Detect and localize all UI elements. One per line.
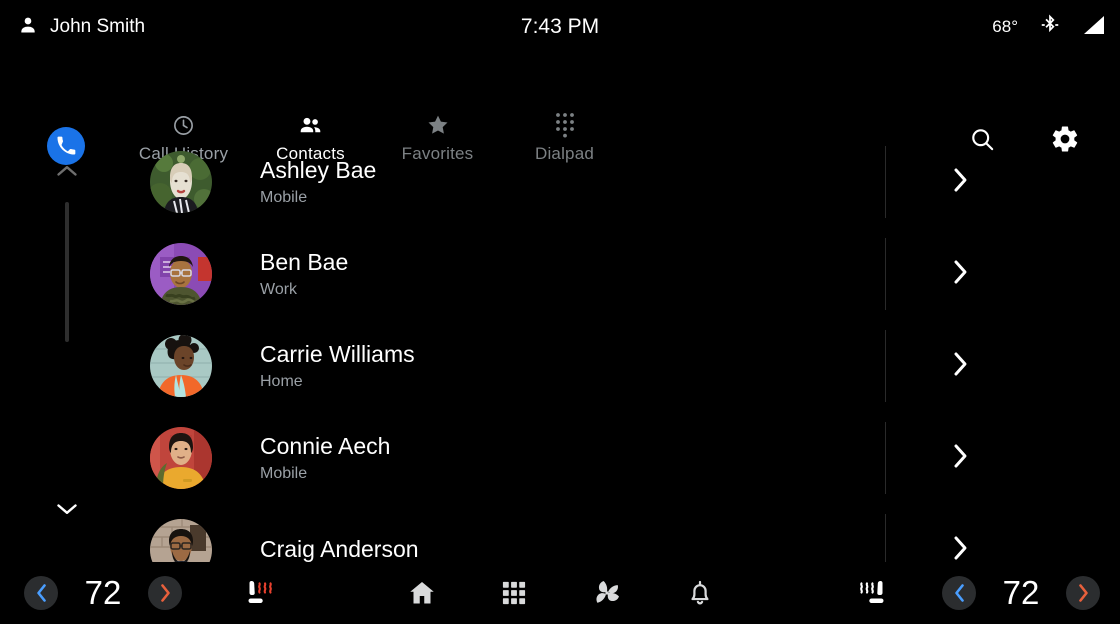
app-tab-bar: Call History Contacts bbox=[0, 54, 1120, 165]
passenger-temp-increase-button[interactable] bbox=[1066, 576, 1100, 610]
contact-name: Ben Bae bbox=[260, 248, 349, 275]
driver-temperature-value: 72 bbox=[84, 574, 122, 611]
heated-seat-icon bbox=[242, 581, 276, 613]
user-name: John Smith bbox=[50, 16, 146, 37]
contact-number-type: Home bbox=[260, 372, 303, 390]
chevron-right-icon bbox=[953, 535, 968, 565]
chevron-up-icon bbox=[56, 164, 78, 183]
avatar bbox=[150, 519, 212, 564]
avatar bbox=[150, 427, 212, 489]
driver-temp-decrease-button[interactable] bbox=[24, 576, 58, 610]
infotainment-screen: John Smith 7:43 PM 68° Contacts Favorite… bbox=[0, 0, 1120, 624]
list-scrollbar[interactable] bbox=[49, 150, 85, 550]
contact-row[interactable]: Carrie Williams Home bbox=[110, 320, 1120, 412]
dialpad-icon bbox=[554, 112, 576, 138]
contact-row[interactable]: Connie Aech Mobile bbox=[110, 412, 1120, 504]
status-bar-user[interactable]: John Smith bbox=[0, 15, 145, 40]
driver-temp-increase-button[interactable] bbox=[148, 576, 182, 610]
contact-name: Connie Aech bbox=[260, 432, 391, 459]
contact-text: Craig Anderson bbox=[260, 535, 1120, 565]
person-icon bbox=[18, 15, 38, 40]
bluetooth-icon bbox=[1040, 13, 1060, 42]
row-divider bbox=[885, 330, 886, 402]
row-divider bbox=[885, 514, 886, 564]
contact-details-button[interactable] bbox=[930, 136, 990, 228]
notifications-bell-icon[interactable] bbox=[686, 579, 714, 607]
chevron-right-icon bbox=[953, 259, 968, 290]
chevron-right-icon bbox=[953, 167, 968, 198]
row-divider bbox=[885, 422, 886, 494]
contact-text: Connie Aech Mobile bbox=[260, 432, 1120, 485]
avatar bbox=[150, 335, 212, 397]
contact-number-type: Mobile bbox=[260, 464, 308, 482]
passenger-heated-seat-button[interactable] bbox=[856, 577, 890, 609]
contact-name: Ashley Bae bbox=[260, 156, 377, 183]
contact-details-button[interactable] bbox=[930, 320, 990, 412]
passenger-climate-control: 72 bbox=[856, 574, 1100, 612]
scroll-down-button[interactable] bbox=[49, 496, 85, 526]
contact-text: Ashley Bae Mobile bbox=[260, 156, 1120, 209]
driver-heated-seat-button[interactable] bbox=[242, 577, 276, 609]
apps-grid-icon[interactable] bbox=[500, 579, 528, 607]
chevron-down-icon bbox=[56, 502, 78, 521]
row-divider bbox=[885, 238, 886, 310]
clock-icon bbox=[172, 112, 195, 138]
row-divider bbox=[885, 146, 886, 218]
passenger-temp-decrease-button[interactable] bbox=[942, 576, 976, 610]
status-bar: John Smith 7:43 PM 68° bbox=[0, 0, 1120, 54]
contact-details-button[interactable] bbox=[930, 412, 990, 504]
bottom-system-bar: 72 72 bbox=[0, 562, 1120, 624]
contact-text: Ben Bae Work bbox=[260, 248, 1120, 301]
chevron-right-icon bbox=[953, 351, 968, 382]
status-bar-indicators: 68° bbox=[992, 0, 1106, 54]
contact-details-button[interactable] bbox=[930, 504, 990, 564]
contact-row[interactable]: Ashley Bae Mobile bbox=[110, 136, 1120, 228]
signal-bars-icon bbox=[1082, 14, 1106, 41]
outside-temperature: 68° bbox=[992, 17, 1018, 36]
scrollbar-thumb[interactable] bbox=[65, 202, 69, 342]
contact-number-type: Work bbox=[260, 280, 298, 298]
contact-row[interactable]: Ben Bae Work bbox=[110, 228, 1120, 320]
contact-number-type: Mobile bbox=[260, 188, 308, 206]
passenger-temperature-value: 72 bbox=[1002, 574, 1040, 611]
contacts-list[interactable]: Ashley Bae Mobile Ben Bae Work Carrie Wi… bbox=[110, 136, 1120, 564]
contact-name: Craig Anderson bbox=[260, 535, 419, 562]
scroll-up-button[interactable] bbox=[49, 158, 85, 188]
contact-row[interactable]: Craig Anderson bbox=[110, 504, 1120, 564]
chevron-right-icon bbox=[953, 443, 968, 474]
avatar bbox=[150, 243, 212, 305]
avatar bbox=[150, 151, 212, 213]
contact-name: Carrie Williams bbox=[260, 340, 415, 367]
driver-climate-control: 72 bbox=[0, 574, 276, 612]
star-icon bbox=[426, 112, 450, 138]
climate-fan-icon[interactable] bbox=[591, 577, 623, 609]
contact-text: Carrie Williams Home bbox=[260, 340, 1120, 393]
home-icon[interactable] bbox=[407, 578, 437, 608]
clock: 7:43 PM bbox=[520, 15, 600, 38]
heated-seat-icon bbox=[856, 581, 890, 613]
contact-details-button[interactable] bbox=[930, 228, 990, 320]
people-icon bbox=[298, 112, 323, 138]
